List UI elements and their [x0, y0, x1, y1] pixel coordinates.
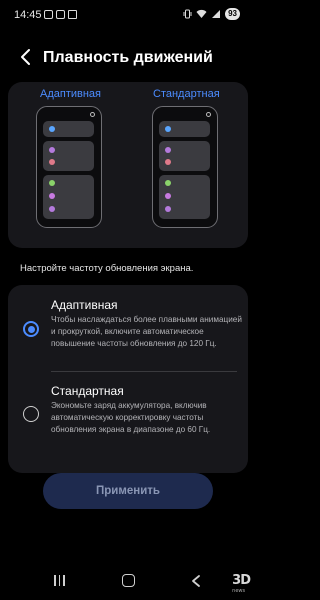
preview-block	[43, 175, 94, 219]
preview-dot	[49, 180, 55, 186]
signal-icon	[212, 10, 221, 18]
preview-dot	[165, 147, 171, 153]
preview-block	[159, 175, 210, 219]
page-title: Плавность движений	[43, 49, 213, 66]
option-description: Экономьте заряд аккумулятора, включив ав…	[51, 401, 211, 434]
option-title: Адаптивная	[51, 298, 118, 312]
recent-apps-icon[interactable]	[54, 575, 65, 586]
status-bar: 14:45 93	[0, 0, 256, 30]
image-icon	[56, 10, 65, 19]
battery-badge: 93	[225, 8, 240, 20]
search-icon	[90, 112, 95, 117]
radio-button-selected[interactable]	[23, 321, 39, 337]
back-icon[interactable]	[190, 574, 202, 588]
vibrate-icon	[183, 9, 192, 19]
preview-dot	[165, 193, 171, 199]
option-description: Чтобы наслаждаться более плавными анимац…	[51, 315, 242, 348]
preview-dot	[165, 206, 171, 212]
status-right: 93	[183, 8, 240, 20]
app-header: Плавность движений	[0, 40, 256, 76]
preview-label-adaptive: Адаптивная	[40, 88, 102, 100]
watermark-logo: 3D news	[232, 573, 251, 594]
mail-icon	[68, 10, 77, 19]
phone-preview-standard	[152, 106, 218, 228]
preview-dot	[165, 180, 171, 186]
preview-dot	[165, 126, 171, 132]
option-standard[interactable]: Стандартная Экономьте заряд аккумулятора…	[8, 372, 248, 472]
preview-block	[159, 141, 210, 171]
chevron-left-icon[interactable]	[16, 46, 36, 68]
search-icon	[206, 112, 211, 117]
option-title: Стандартная	[51, 384, 124, 398]
preview-label-standard: Стандартная	[153, 88, 220, 100]
navigation-bar: 3D news	[0, 565, 256, 600]
phone-preview-adaptive	[36, 106, 102, 228]
section-subtitle: Настройте частоту обновления экрана.	[20, 263, 194, 274]
radio-button-unselected[interactable]	[23, 406, 39, 422]
preview-block	[159, 121, 210, 137]
option-adaptive[interactable]: Адаптивная Чтобы наслаждаться более плав…	[8, 285, 248, 371]
home-icon[interactable]	[122, 574, 135, 587]
preview-dot	[165, 159, 171, 165]
preview-dot	[49, 126, 55, 132]
preview-dot	[49, 206, 55, 212]
preview-card: Адаптивная Стандартная	[8, 82, 248, 248]
status-time: 14:45	[14, 9, 42, 21]
preview-dot	[49, 193, 55, 199]
preview-dot	[49, 147, 55, 153]
preview-dot	[49, 159, 55, 165]
preview-block	[43, 121, 94, 137]
screenshot-icon	[44, 10, 53, 19]
apply-button[interactable]: Применить	[43, 473, 213, 509]
wifi-icon	[196, 9, 207, 18]
refresh-rate-options: Адаптивная Чтобы наслаждаться более плав…	[8, 285, 248, 473]
preview-block	[43, 141, 94, 171]
